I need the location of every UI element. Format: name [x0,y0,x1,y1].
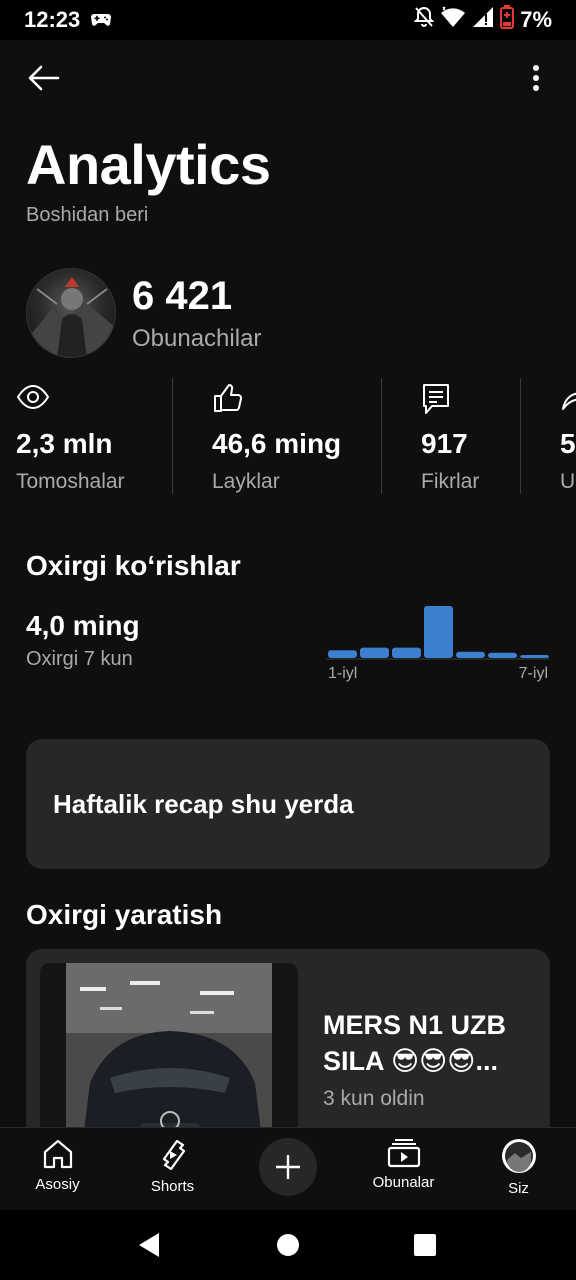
system-recents-button[interactable] [410,1230,440,1260]
stats-carousel[interactable]: 2,3 mln Tomoshalar 46,6 ming Layklar 917… [0,376,576,496]
divider [520,378,521,494]
chart-bar [520,655,549,658]
home-icon [43,1139,72,1169]
subscriber-count: 6 421 [132,274,233,318]
chart-bar [360,647,389,658]
latest-creation-title: Oxirgi yaratish [26,899,223,930]
status-time: 12:23 [24,7,81,32]
stat-label: Tomoshalar [16,470,125,493]
chart-bar [328,650,357,658]
status-bar: 12:23 7% [0,0,576,40]
chart-bar [392,647,421,658]
shorts-icon [162,1139,185,1171]
video-upload-time: 3 kun oldin [323,1087,425,1110]
channel-summary: 6 421 Obunachilar [26,268,261,358]
page-subtitle: Boshidan beri [26,204,149,226]
stat-label: Fikrlar [421,470,480,493]
stat-label: Layklar [212,470,280,493]
chart-bar [488,652,517,658]
channel-avatar [26,268,116,358]
video-thumbnail[interactable] [40,963,298,1149]
bottom-navigation: Asosiy Shorts Obunalar Siz [0,1127,576,1210]
system-navigation-bar [0,1210,576,1280]
divider [172,378,173,494]
signal-icon [472,6,494,34]
weekly-recap-card[interactable]: Haftalik recap shu yerda [26,739,550,869]
stat-value: 2,3 mln [16,428,113,459]
more-vert-icon [533,65,539,91]
subscriptions-icon [387,1139,420,1168]
page-title: Analytics [26,133,271,196]
nav-you[interactable]: Siz [461,1128,576,1211]
battery-percent: 7% [520,7,552,32]
stat-value: 5 [560,428,576,459]
nav-label: Shorts [150,1178,195,1195]
stat-label: U [560,470,576,493]
gamepad-icon [90,7,112,33]
chart-bar [424,606,453,658]
nav-label: Asosiy [35,1176,80,1193]
thumbs-up-icon [212,382,244,419]
system-back-button[interactable] [134,1230,164,1260]
share-icon [560,382,576,417]
nav-home[interactable]: Asosiy [0,1128,115,1211]
more-options-button[interactable] [516,58,556,98]
recent-views-title: Oxirgi ko‘rishlar [26,550,241,581]
chart-axis-start-label: 1-iyl [328,665,357,682]
comment-icon [421,382,451,421]
bell-off-icon [413,6,435,34]
chart-axis-end-label: 7-iyl [519,665,548,682]
battery-icon [500,5,515,35]
recent-views-chart[interactable]: 1-iyl 7-iyl [326,596,550,686]
nav-subscriptions[interactable]: Obunalar [346,1128,461,1211]
recent-views-value: 4,0 ming [26,610,140,641]
nav-label: Siz [508,1180,529,1197]
recap-text: Haftalik recap shu yerda [53,788,354,819]
profile-avatar-icon [501,1139,536,1173]
stat-value: 917 [421,428,468,459]
system-home-button[interactable] [273,1230,303,1260]
wifi-icon [440,6,466,34]
nav-label: Obunalar [372,1174,435,1191]
circle-home-icon [277,1234,299,1256]
video-title[interactable]: MERS N1 UZB SILA 😎😎😎... [323,1007,533,1079]
chart-bar [456,651,485,658]
eye-icon [16,382,50,417]
divider [381,378,382,494]
top-app-bar [0,40,576,116]
subscriber-label: Obunachilar [132,325,262,352]
stat-value: 46,6 ming [212,428,342,459]
create-button[interactable] [259,1138,317,1196]
nav-shorts[interactable]: Shorts [115,1128,230,1211]
square-recents-icon [414,1234,436,1256]
recent-views-period: Oxirgi 7 kun [26,648,133,670]
back-button[interactable] [22,58,66,98]
latest-creation-card[interactable]: MERS N1 UZB SILA 😎😎😎... 3 kun oldin [26,949,550,1149]
arrow-left-icon [28,65,60,91]
triangle-back-icon [139,1233,159,1257]
plus-icon [276,1155,300,1179]
